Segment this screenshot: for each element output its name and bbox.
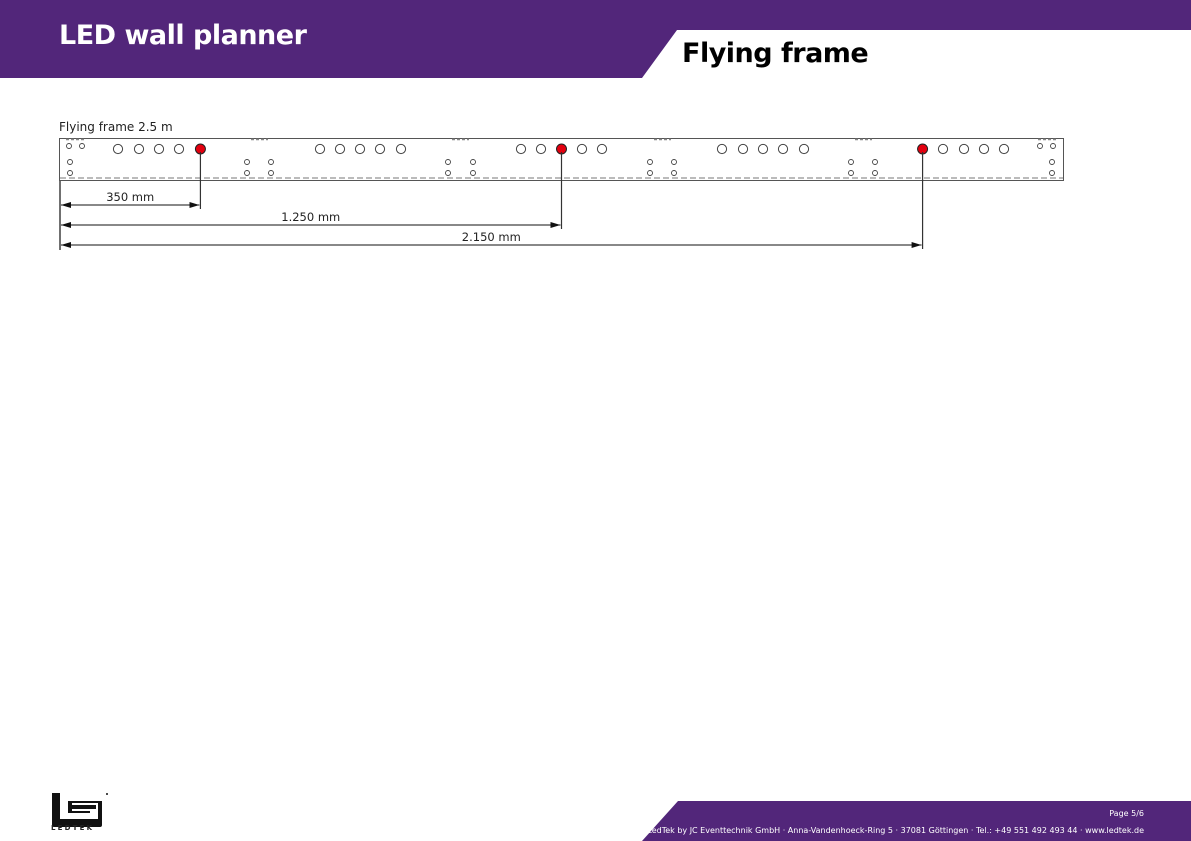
small-hole xyxy=(848,159,854,165)
small-hole xyxy=(1049,170,1055,176)
small-hole xyxy=(470,170,476,176)
frame-hole xyxy=(937,143,949,155)
small-hole xyxy=(1050,143,1056,149)
frame-hole xyxy=(173,143,185,155)
page-number: Page 5/6 xyxy=(1109,809,1144,818)
small-hole xyxy=(268,170,274,176)
small-hole xyxy=(872,170,878,176)
small-hole xyxy=(671,159,677,165)
frame-hole xyxy=(978,143,990,155)
frame-hole xyxy=(314,143,326,155)
flying-frame-drawing: 350 mm 1.250 mm 2.150 mm xyxy=(59,138,1064,250)
frame-hole xyxy=(535,143,547,155)
frame-hole xyxy=(998,143,1010,155)
frame-hole xyxy=(958,143,970,155)
frame-hole xyxy=(354,143,366,155)
frame-hole xyxy=(133,143,145,155)
frame-hole xyxy=(334,143,346,155)
dimension-label: 1.250 mm xyxy=(281,210,340,224)
frame-hole xyxy=(112,143,124,155)
small-hole xyxy=(1037,143,1043,149)
small-hole xyxy=(445,170,451,176)
small-hole xyxy=(79,143,85,149)
small-hole xyxy=(848,170,854,176)
small-hole xyxy=(647,170,653,176)
dimension-label: 350 mm xyxy=(106,190,154,204)
frame-hole xyxy=(777,143,789,155)
frame-hole xyxy=(374,143,386,155)
small-hole xyxy=(67,159,73,165)
small-hole xyxy=(671,170,677,176)
small-hole xyxy=(1049,159,1055,165)
frame-hole xyxy=(576,143,588,155)
frame-hole xyxy=(515,143,527,155)
small-hole xyxy=(244,159,250,165)
frame-hole xyxy=(395,143,407,155)
small-hole xyxy=(67,170,73,176)
small-hole xyxy=(872,159,878,165)
frame-hole xyxy=(798,143,810,155)
frame-hole xyxy=(716,143,728,155)
small-hole xyxy=(244,170,250,176)
company-address: LedTek by JC Eventtechnik GmbH · Anna-Va… xyxy=(647,826,1144,835)
dimension-label: 2.150 mm xyxy=(462,230,521,244)
small-hole xyxy=(268,159,274,165)
frame-hole xyxy=(757,143,769,155)
small-hole xyxy=(470,159,476,165)
small-hole xyxy=(445,159,451,165)
frame-hole xyxy=(153,143,165,155)
small-hole xyxy=(66,143,72,149)
small-hole xyxy=(647,159,653,165)
frame-hole xyxy=(737,143,749,155)
frame-hole xyxy=(596,143,608,155)
